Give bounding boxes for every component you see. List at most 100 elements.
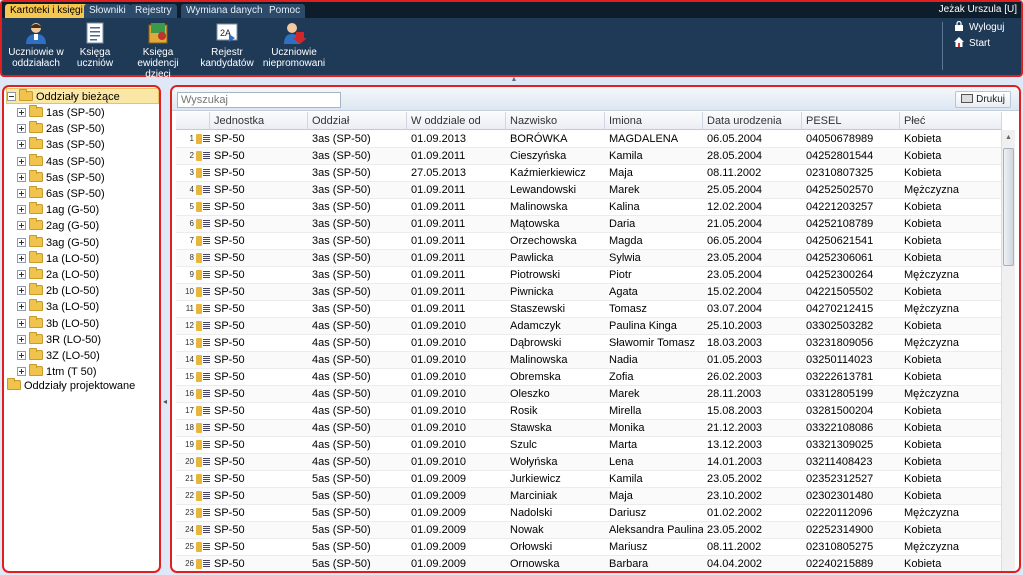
tree-node-class[interactable]: 4as (SP-50) — [17, 153, 105, 170]
tab-pomoc[interactable]: Pomoc — [264, 4, 306, 18]
table-row[interactable]: 1 SP-50 3as (SP-50) 01.09.2013 BORÓWKA MAGDAL… — [176, 131, 1002, 148]
tree-node-projected-classes[interactable]: Oddziały projektowane — [7, 378, 135, 394]
vertical-scrollbar[interactable]: ▲ — [1001, 130, 1015, 571]
student-card-icon[interactable] — [196, 270, 210, 280]
column-header[interactable]: PESEL — [802, 112, 900, 130]
collapse-ribbon-arrow-icon[interactable]: ▲ — [509, 76, 519, 83]
student-card-icon[interactable] — [196, 185, 210, 195]
tab-kartoteki[interactable]: Kartoteki i księgi — [5, 4, 88, 18]
table-row[interactable]: 25 SP-50 5as (SP-50) 01.09.2009 Orłowski Mari… — [176, 539, 1002, 556]
student-book-button[interactable]: Księga uczniów — [70, 20, 120, 74]
tree-node-current-classes[interactable]: Oddziały bieżące — [6, 88, 159, 104]
student-card-icon[interactable] — [196, 236, 210, 246]
student-card-icon[interactable] — [196, 542, 210, 552]
table-row[interactable]: 12 SP-50 4as (SP-50) 01.09.2010 Adamczyk Paul… — [176, 318, 1002, 335]
table-row[interactable]: 23 SP-50 5as (SP-50) 01.09.2009 Nadolski Dari… — [176, 505, 1002, 522]
table-row[interactable]: 17 SP-50 4as (SP-50) 01.09.2010 Rosik Mirella… — [176, 403, 1002, 420]
tab-slowniki[interactable]: Słowniki — [84, 4, 131, 18]
table-row[interactable]: 2 SP-50 3as (SP-50) 01.09.2011 Cieszyńska Kam… — [176, 148, 1002, 165]
student-card-icon[interactable] — [196, 440, 210, 450]
student-card-icon[interactable] — [196, 372, 210, 382]
expand-icon[interactable] — [17, 318, 26, 328]
tree-node-class[interactable]: 2as (SP-50) — [17, 121, 105, 137]
tree-node-class[interactable]: 3ag (G-50) — [17, 234, 99, 251]
column-header[interactable]: Nazwisko — [506, 112, 605, 130]
tab-wymiana-danych[interactable]: Wymiana danych — [181, 4, 268, 18]
column-header[interactable]: Jednostka — [210, 112, 308, 130]
table-row[interactable]: 7 SP-50 3as (SP-50) 01.09.2011 Orzechowska Ma… — [176, 233, 1002, 250]
table-row[interactable]: 16 SP-50 4as (SP-50) 01.09.2010 Oleszko Marek… — [176, 386, 1002, 403]
student-card-icon[interactable] — [196, 151, 210, 161]
student-card-icon[interactable] — [196, 389, 210, 399]
table-row[interactable]: 10 SP-50 3as (SP-50) 01.09.2011 Piwnicka Agat… — [176, 284, 1002, 301]
table-row[interactable]: 21 SP-50 5as (SP-50) 01.09.2009 Jurkiewicz Ka… — [176, 471, 1002, 488]
students-in-classes-button[interactable]: Uczniowie w oddziałach — [8, 20, 64, 74]
student-card-icon[interactable] — [196, 321, 210, 331]
student-card-icon[interactable] — [196, 508, 210, 518]
tree-node-class[interactable]: 2a (LO-50) — [17, 267, 99, 283]
table-row[interactable]: 19 SP-50 4as (SP-50) 01.09.2010 Szulc Marta 13… — [176, 437, 1002, 454]
student-card-icon[interactable] — [196, 355, 210, 365]
expand-icon[interactable] — [17, 140, 26, 150]
tree-node-class[interactable]: 6as (SP-50) — [17, 186, 105, 202]
tree-node-class[interactable]: 3as (SP-50) — [17, 137, 105, 153]
column-header[interactable]: Imiona — [605, 112, 703, 130]
student-card-icon[interactable] — [196, 202, 210, 212]
student-card-icon[interactable] — [196, 559, 210, 569]
expand-icon[interactable] — [17, 156, 26, 166]
expand-icon[interactable] — [17, 302, 26, 312]
tree-node-class[interactable]: 3R (LO-50) — [17, 331, 101, 348]
expand-icon[interactable] — [17, 108, 26, 117]
table-row[interactable]: 24 SP-50 5as (SP-50) 01.09.2009 Nowak Aleksan… — [176, 522, 1002, 539]
expand-icon[interactable] — [17, 205, 26, 215]
tree-node-class[interactable]: 1as (SP-50) — [17, 105, 105, 121]
tree-node-class[interactable]: 1ag (G-50) — [17, 202, 99, 218]
table-row[interactable]: 4 SP-50 3as (SP-50) 01.09.2011 Lewandowski Ma… — [176, 182, 1002, 199]
expand-icon[interactable] — [17, 270, 26, 279]
student-card-icon[interactable] — [196, 338, 210, 348]
table-row[interactable]: 22 SP-50 5as (SP-50) 01.09.2009 Marciniak Maj… — [176, 488, 1002, 505]
student-card-icon[interactable] — [196, 304, 210, 314]
expand-icon[interactable] — [17, 124, 26, 134]
table-row[interactable]: 8 SP-50 3as (SP-50) 01.09.2011 Pawlicka Sylwi… — [176, 250, 1002, 267]
tree-node-class[interactable]: 2b (LO-50) — [17, 283, 99, 299]
scroll-up-arrow-icon[interactable]: ▲ — [1003, 132, 1014, 144]
tree-node-class[interactable]: 3a (LO-50) — [17, 299, 99, 315]
expand-icon[interactable] — [17, 172, 26, 182]
tab-rejestry[interactable]: Rejestry — [130, 4, 177, 18]
table-row[interactable]: 14 SP-50 4as (SP-50) 01.09.2010 Malinowska Na… — [176, 352, 1002, 369]
expand-icon[interactable] — [17, 367, 26, 377]
expand-icon[interactable] — [17, 221, 26, 231]
tree-node-class[interactable]: 3b (LO-50) — [17, 315, 99, 332]
column-header[interactable]: Data urodzenia — [703, 112, 802, 130]
student-card-icon[interactable] — [196, 406, 210, 416]
start-link[interactable]: Start — [954, 37, 990, 51]
column-header[interactable]: W oddziale od — [407, 112, 506, 130]
print-button[interactable]: Drukuj — [955, 91, 1011, 108]
expand-icon[interactable] — [17, 351, 26, 360]
expand-icon[interactable] — [17, 334, 26, 344]
collapse-left-panel-arrow-icon[interactable]: ◂ — [163, 396, 170, 408]
non-promoted-students-button[interactable]: Uczniowie niepromowani — [262, 20, 326, 74]
logout-link[interactable]: Wyloguj — [954, 20, 1004, 35]
table-row[interactable]: 11 SP-50 3as (SP-50) 01.09.2011 Staszewski To… — [176, 301, 1002, 318]
tree-node-class[interactable]: 5as (SP-50) — [17, 169, 105, 186]
table-row[interactable]: 3 SP-50 3as (SP-50) 27.05.2013 Kaźmierkiewic… — [176, 165, 1002, 182]
column-header[interactable]: Oddział — [308, 112, 407, 130]
table-row[interactable]: 15 SP-50 4as (SP-50) 01.09.2010 Obremska Zofi… — [176, 369, 1002, 386]
student-card-icon[interactable] — [196, 219, 210, 229]
table-row[interactable]: 6 SP-50 3as (SP-50) 01.09.2011 Mątowska Daria… — [176, 216, 1002, 233]
candidates-register-button[interactable]: 2A Rejestr kandydatów — [198, 20, 256, 74]
student-card-icon[interactable] — [196, 423, 210, 433]
expand-icon[interactable] — [17, 253, 26, 263]
tree-node-class[interactable]: 1a (LO-50) — [17, 250, 99, 267]
table-row[interactable]: 9 SP-50 3as (SP-50) 01.09.2011 Piotrowski Pio… — [176, 267, 1002, 284]
expand-icon[interactable] — [17, 237, 26, 247]
expand-icon[interactable] — [17, 189, 26, 198]
student-card-icon[interactable] — [196, 134, 210, 144]
table-row[interactable]: 20 SP-50 4as (SP-50) 01.09.2010 Wołyńska Lena… — [176, 454, 1002, 471]
expand-icon[interactable] — [17, 286, 26, 296]
student-card-icon[interactable] — [196, 525, 210, 535]
column-header[interactable]: Płeć — [900, 112, 1002, 130]
student-card-icon[interactable] — [196, 168, 210, 178]
